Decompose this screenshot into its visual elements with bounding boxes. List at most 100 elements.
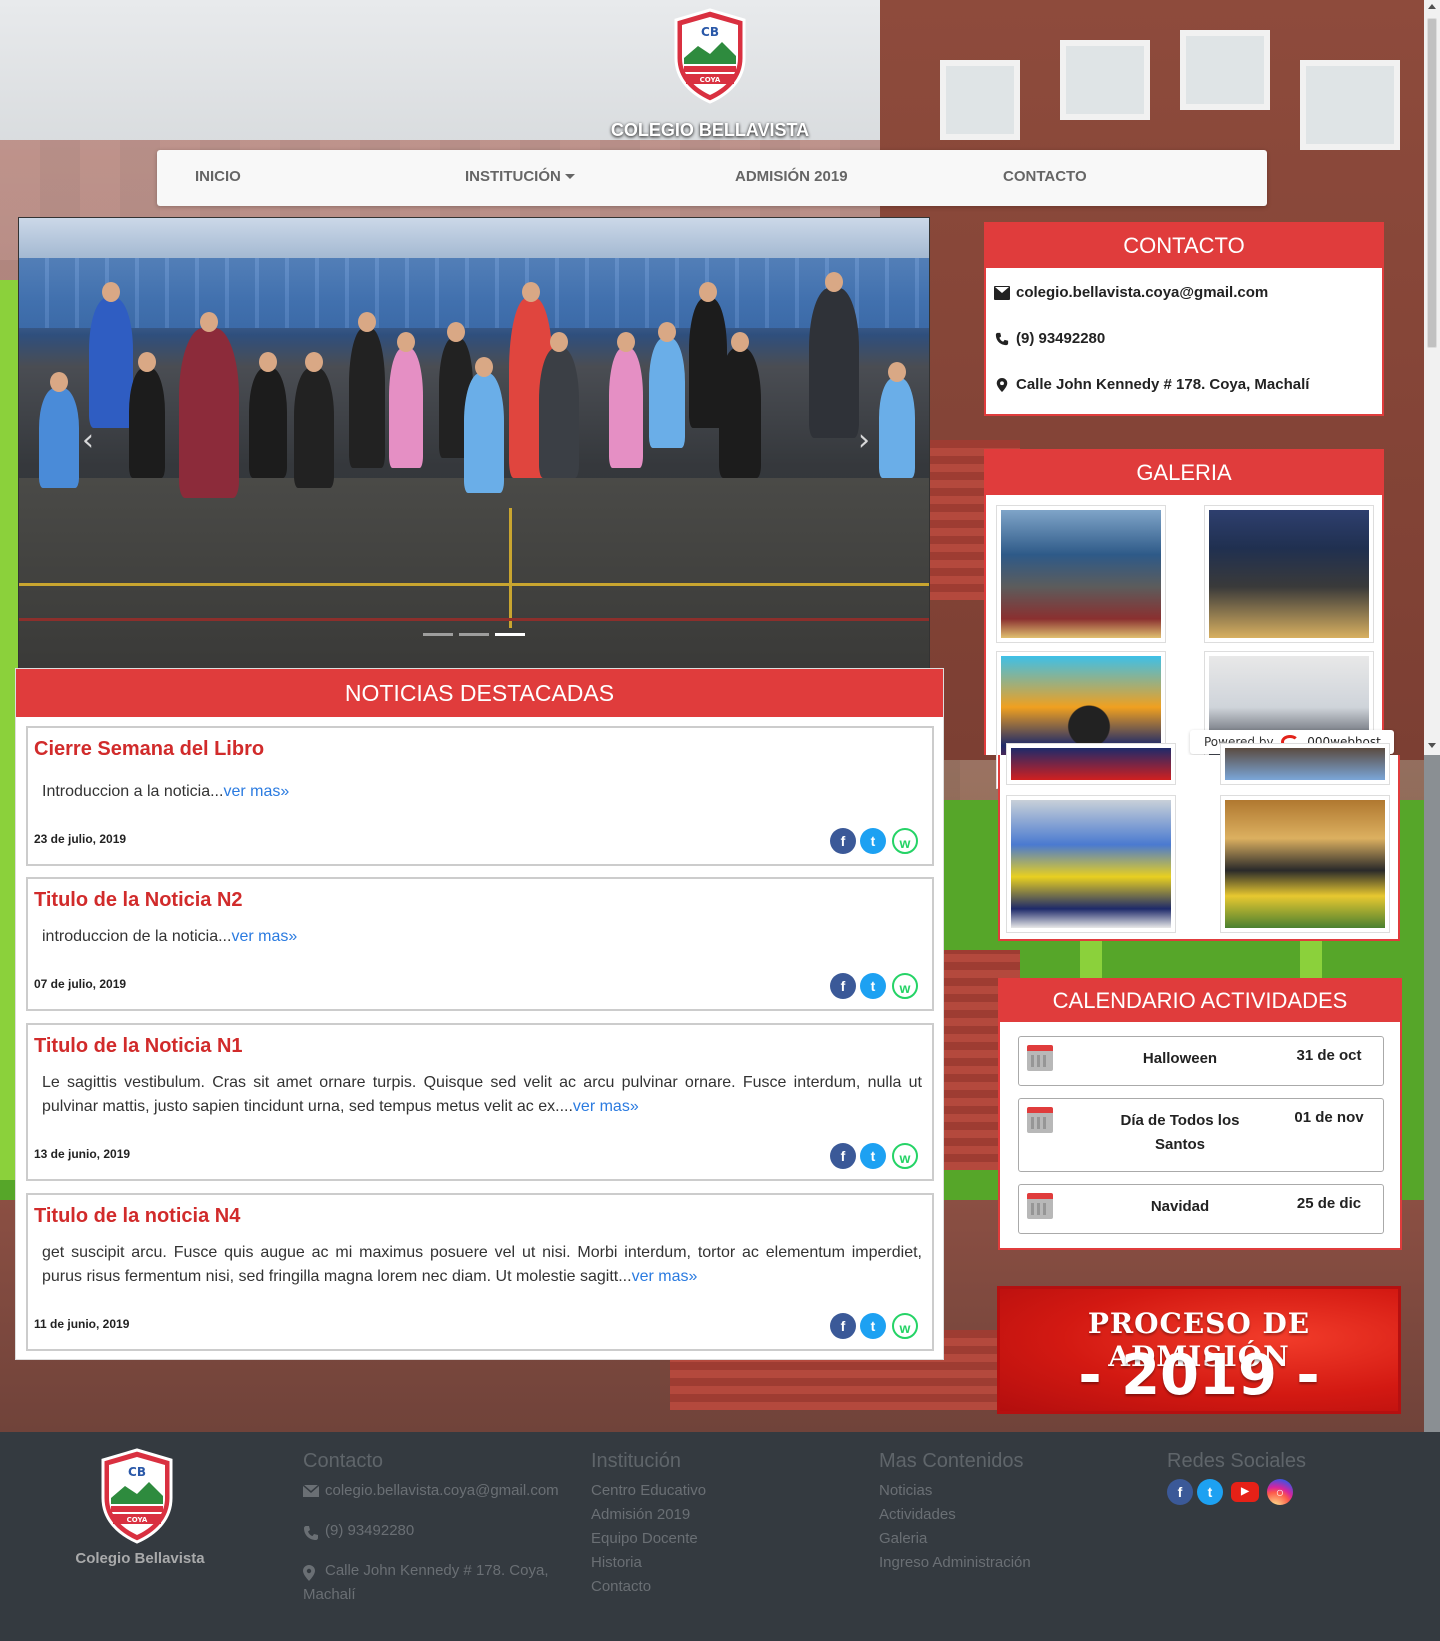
footer-link-noticias[interactable]: Noticias (879, 1479, 1129, 1503)
scrollbar-thumb[interactable] (1427, 18, 1437, 348)
school-logo[interactable]: CB COYA (672, 8, 748, 104)
footer-logo[interactable]: CB COYA (99, 1448, 175, 1544)
nav-contacto[interactable]: CONTACTO (1003, 168, 1087, 185)
footer-link-historia[interactable]: Historia (591, 1551, 841, 1575)
footer-phone-text: (9) 93492280 (325, 1522, 415, 1539)
instagram-icon[interactable]: ○ (1267, 1479, 1293, 1505)
map-pin-icon (303, 1565, 315, 1581)
twitter-icon[interactable]: t (860, 1143, 886, 1169)
scroll-down-icon[interactable] (1428, 743, 1436, 748)
calendar-event[interactable]: Halloween 31 de oct (1018, 1036, 1384, 1086)
news-section: NOTICIAS DESTACADAS Cierre Semana del Li… (15, 668, 944, 1360)
footer-link-galeria[interactable]: Galeria (879, 1527, 1129, 1551)
gallery-thumb[interactable] (1006, 795, 1176, 933)
whatsapp-icon[interactable]: w (892, 973, 918, 999)
footer-link-centro-educativo[interactable]: Centro Educativo (591, 1479, 841, 1503)
carousel-indicator[interactable] (459, 633, 489, 636)
contact-email[interactable]: colegio.bellavista.coya@gmail.com (986, 274, 1382, 320)
scroll-up-icon[interactable] (1428, 4, 1436, 9)
twitter-icon[interactable]: t (860, 1313, 886, 1339)
footer-link-ingreso-admin[interactable]: Ingreso Administración (879, 1551, 1129, 1575)
svg-text:CB: CB (128, 1465, 146, 1479)
share-buttons: f t w (830, 973, 926, 1001)
admission-banner[interactable]: PROCESO DE ADMISIÓN - 2019 - (997, 1286, 1401, 1414)
footer-email[interactable]: colegio.bellavista.coya@gmail.com (303, 1479, 573, 1503)
carousel-indicator-active[interactable] (495, 633, 525, 636)
footer-link-contacto[interactable]: Contacto (591, 1575, 841, 1599)
gallery-thumb[interactable] (996, 505, 1166, 643)
scrollbar[interactable] (1424, 0, 1440, 755)
nav-institucion-label: INSTITUCIÓN (465, 168, 561, 185)
facebook-icon[interactable]: f (830, 828, 856, 854)
news-title[interactable]: Titulo de la noticia N4 (34, 1205, 240, 1228)
gallery-thumb[interactable] (1220, 743, 1390, 785)
phone-icon (995, 332, 1009, 346)
news-intro: get suscipit arcu. Fusce quis augue ac m… (42, 1244, 922, 1285)
calendar-icon (1027, 1107, 1053, 1133)
twitter-icon[interactable]: t (860, 828, 886, 854)
footer-phone: (9) 93492280 (303, 1519, 573, 1543)
read-more-link[interactable]: ver mas» (223, 783, 289, 800)
contact-phone-text: (9) 93492280 (1016, 330, 1106, 347)
calendar-icon (1027, 1193, 1053, 1219)
footer-mas-heading: Mas Contenidos (879, 1450, 1024, 1472)
event-name: Día de Todos los Santos (1120, 1112, 1240, 1153)
footer-link-actividades[interactable]: Actividades (879, 1503, 1129, 1527)
news-body: Introduccion a la noticia...ver mas» (42, 780, 922, 804)
news-title[interactable]: Titulo de la Noticia N1 (34, 1035, 243, 1058)
envelope-icon (303, 1485, 319, 1497)
whatsapp-icon[interactable]: w (892, 1143, 918, 1169)
carousel-prev-button[interactable]: ‹ (73, 423, 103, 463)
social-icons: f t ▶ ○ (1167, 1479, 1367, 1509)
share-buttons: f t w (830, 1313, 926, 1341)
facebook-icon[interactable]: f (830, 1143, 856, 1169)
gallery-thumb[interactable] (1220, 795, 1390, 933)
gallery-thumb[interactable] (1006, 743, 1176, 785)
carousel-next-button[interactable]: › (849, 423, 879, 463)
footer: CB COYA Colegio Bellavista Contacto cole… (0, 1432, 1440, 1641)
chevron-right-icon: › (858, 423, 870, 458)
facebook-icon[interactable]: f (830, 1313, 856, 1339)
news-title[interactable]: Cierre Semana del Libro (34, 738, 264, 761)
image-carousel[interactable]: ‹ › (18, 217, 930, 669)
footer-email-text: colegio.bellavista.coya@gmail.com (325, 1482, 559, 1499)
news-title[interactable]: Titulo de la Noticia N2 (34, 889, 243, 912)
gallery-title: GALERIA (986, 451, 1382, 495)
footer-link-equipo-docente[interactable]: Equipo Docente (591, 1527, 841, 1551)
nav-admision[interactable]: ADMISIÓN 2019 (735, 168, 848, 185)
carousel-photo (19, 218, 929, 668)
read-more-link[interactable]: ver mas» (573, 1098, 639, 1115)
carousel-indicator[interactable] (423, 633, 453, 636)
contact-address: Calle John Kennedy # 178. Coya, Machalí (986, 366, 1382, 412)
news-date: 23 de julio, 2019 (34, 832, 127, 846)
footer-mas-contenidos: Mas Contenidos Noticias Actividades Gale… (879, 1450, 1129, 1575)
news-item: Titulo de la Noticia N1 Le sagittis vest… (26, 1023, 934, 1181)
footer-contact: Contacto colegio.bellavista.coya@gmail.c… (303, 1450, 573, 1623)
svg-text:COYA: COYA (127, 1516, 148, 1524)
footer-redes-heading: Redes Sociales (1167, 1450, 1306, 1472)
twitter-icon[interactable]: t (1197, 1479, 1223, 1505)
gallery-thumb[interactable] (1204, 505, 1374, 643)
footer-link-admision[interactable]: Admisión 2019 (591, 1503, 841, 1527)
footer-redes: Redes Sociales f t ▶ ○ (1167, 1450, 1367, 1509)
nav-inicio[interactable]: INICIO (195, 168, 241, 185)
calendar-event[interactable]: Día de Todos los Santos 01 de nov (1018, 1098, 1384, 1172)
news-date: 11 de junio, 2019 (34, 1317, 130, 1331)
twitter-icon[interactable]: t (860, 973, 886, 999)
read-more-link[interactable]: ver mas» (632, 1268, 698, 1285)
youtube-icon[interactable]: ▶ (1231, 1482, 1259, 1502)
nav-institucion[interactable]: INSTITUCIÓN (465, 168, 575, 185)
facebook-icon[interactable]: f (830, 973, 856, 999)
calendar-event[interactable]: Navidad 25 de dic (1018, 1184, 1384, 1234)
read-more-link[interactable]: ver mas» (231, 928, 297, 945)
whatsapp-icon[interactable]: w (892, 1313, 918, 1339)
banner-line2: - 2019 - (1078, 1343, 1320, 1408)
contact-phone: (9) 93492280 (986, 320, 1382, 366)
news-item: Cierre Semana del Libro Introduccion a l… (26, 726, 934, 866)
contact-panel: CONTACTO colegio.bellavista.coya@gmail.c… (984, 222, 1384, 416)
carousel-indicators (19, 621, 929, 640)
facebook-icon[interactable]: f (1167, 1479, 1193, 1505)
chevron-left-icon: ‹ (82, 423, 94, 458)
whatsapp-icon[interactable]: w (892, 828, 918, 854)
news-intro: Introduccion a la noticia... (42, 783, 224, 800)
